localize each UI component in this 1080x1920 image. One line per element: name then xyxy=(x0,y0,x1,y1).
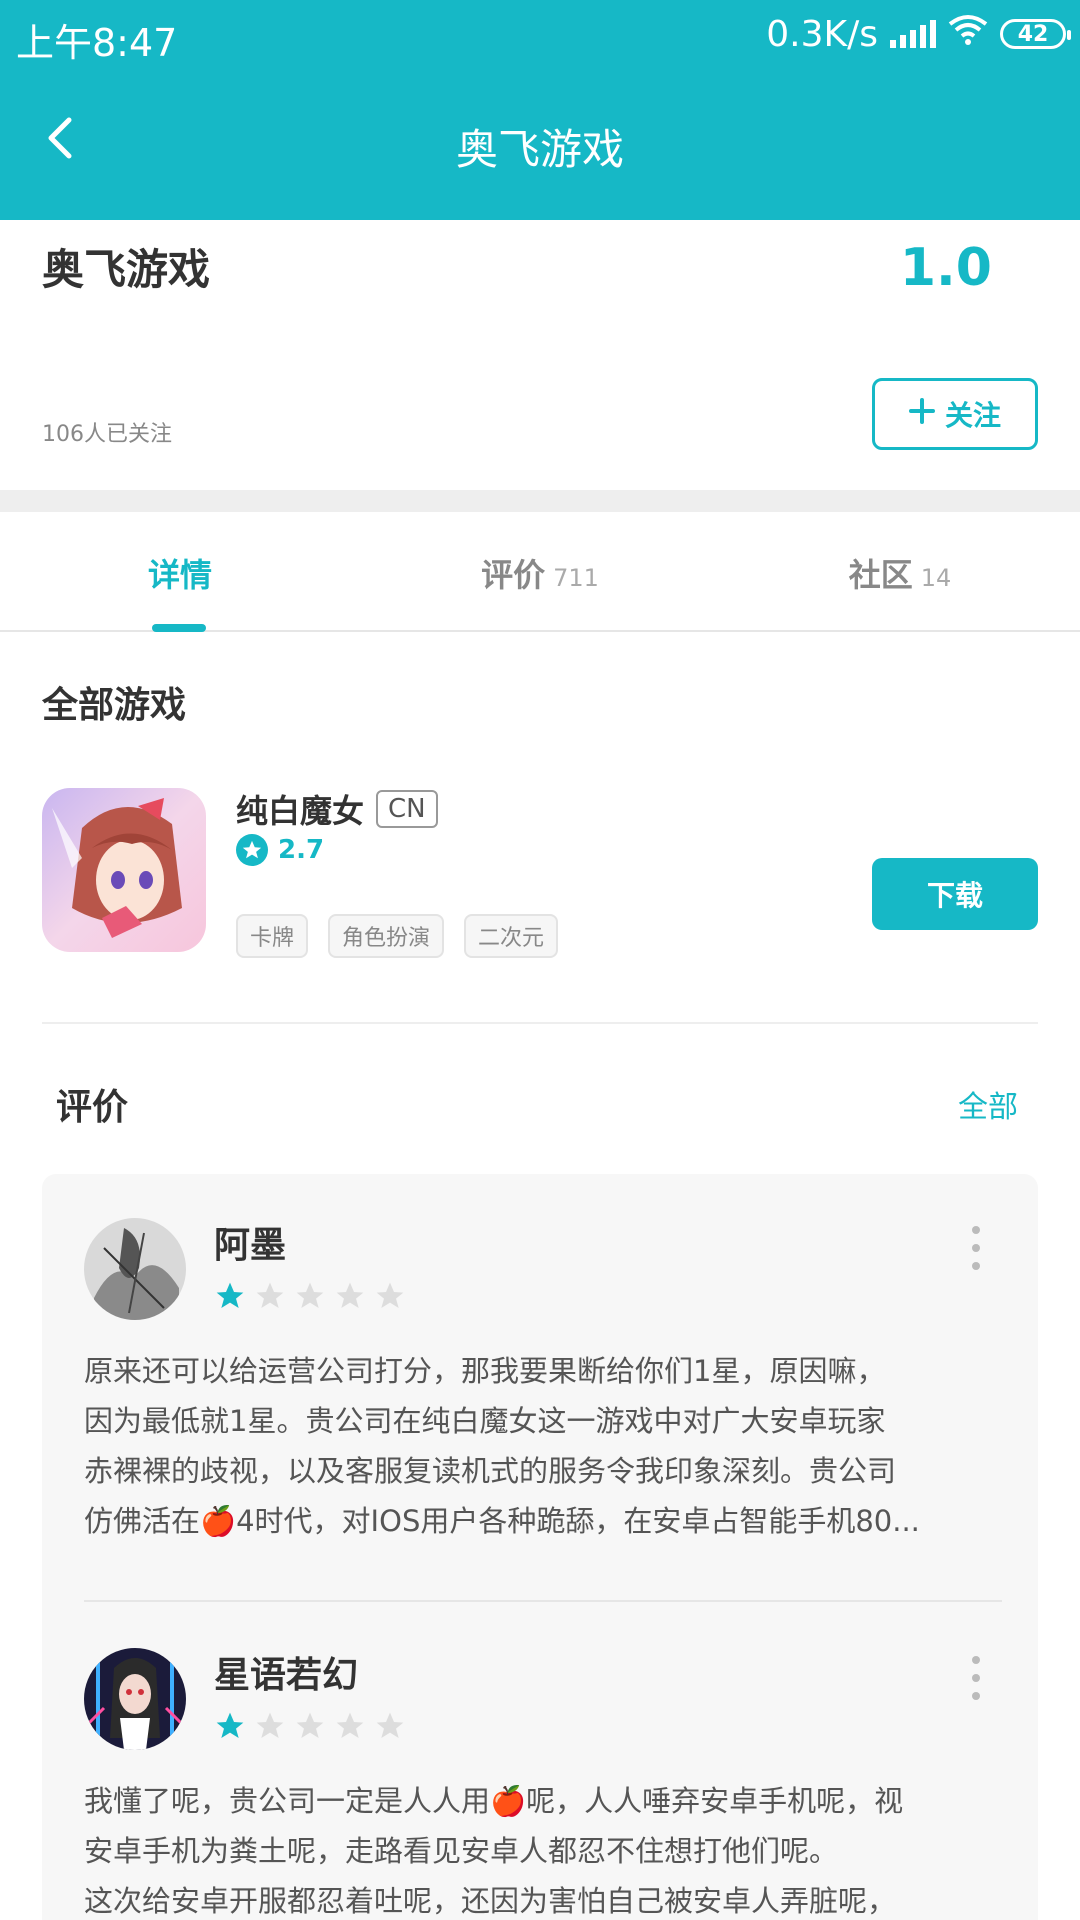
follow-label: 关注 xyxy=(944,399,1001,432)
network-speed: 0.3K/s xyxy=(766,13,878,55)
review-line: 赤裸裸的歧视，以及客服复读机式的服务令我印象深刻。贵公司 xyxy=(84,1454,897,1488)
game-tags: 卡牌 角色扮演 二次元 xyxy=(236,914,559,958)
review-line: 我懂了呢，贵公司一定是人人用🍎呢，人人唾弃安卓手机呢，视 xyxy=(84,1784,904,1818)
star-empty-icon xyxy=(254,1710,286,1746)
nav-bar: 奥飞游戏 xyxy=(0,80,1080,200)
developer-score: 1.0 xyxy=(899,238,992,298)
tag[interactable]: 卡牌 xyxy=(236,914,309,958)
wifi-icon xyxy=(948,14,988,55)
divider xyxy=(42,1022,1038,1024)
star-rating xyxy=(214,1710,406,1746)
status-bar: 上午8:47 0.3K/s 42 xyxy=(0,0,1080,68)
tab-count: 711 xyxy=(553,564,599,592)
developer-name: 奥飞游戏 xyxy=(42,245,211,294)
review-line: 仿佛活在🍎4时代，对IOS用户各种跪舔，在安卓占智能手机80... xyxy=(84,1504,920,1538)
review-line: 安卓手机为粪土呢，走路看见安卓人都忍不住想打他们呢。 xyxy=(84,1834,839,1868)
download-button[interactable]: 下载 xyxy=(872,858,1038,930)
region-badge: CN xyxy=(376,790,438,828)
tab-community[interactable]: 社区 14 xyxy=(720,550,1080,596)
star-empty-icon xyxy=(374,1280,406,1316)
all-games-title: 全部游戏 xyxy=(42,685,187,726)
avatar[interactable] xyxy=(84,1218,186,1320)
game-name[interactable]: 纯白魔女 xyxy=(236,786,364,832)
review-text: 我懂了呢，贵公司一定是人人用🍎呢，人人唾弃安卓手机呢，视 安卓手机为粪土呢，走路… xyxy=(84,1776,1002,1920)
review-line: 原来还可以给运营公司打分，那我要果断给你们1星，原因嘛， xyxy=(84,1354,886,1388)
status-icons: 0.3K/s 42 xyxy=(766,12,1071,56)
reviewer-name: 阿墨 xyxy=(214,1225,287,1266)
star-filled-icon xyxy=(214,1710,246,1746)
app-header: 上午8:47 0.3K/s 42 奥飞游戏 xyxy=(0,0,1080,220)
star-icon xyxy=(236,834,268,866)
followers-count: 106人已关注 xyxy=(42,422,172,447)
star-empty-icon xyxy=(334,1710,366,1746)
more-options-icon[interactable] xyxy=(966,1226,986,1270)
review-line: 这次给安卓开服都忍着吐呢，还因为害怕自己被安卓人弄脏呢， xyxy=(84,1884,897,1918)
plus-icon xyxy=(908,397,935,431)
star-rating xyxy=(214,1280,406,1316)
game-rating: 2.7 xyxy=(236,834,324,866)
star-filled-icon xyxy=(214,1280,246,1316)
game-title-row: 纯白魔女 CN xyxy=(236,786,438,832)
signal-icon xyxy=(890,20,936,48)
reviews-card: 阿墨 原来还可以给运营公司打分，那我要果断给你们1星，原因嘛， 因为最低就1星。… xyxy=(42,1174,1038,1920)
tab-count: 14 xyxy=(920,564,952,592)
star-empty-icon xyxy=(374,1710,406,1746)
tab-reviews[interactable]: 评价 711 xyxy=(360,550,720,596)
page-title: 奥飞游戏 xyxy=(455,125,624,174)
section-divider xyxy=(0,490,1080,512)
follow-button[interactable]: 关注 xyxy=(872,378,1038,450)
tab-label: 评价 xyxy=(481,556,546,594)
developer-info: 奥飞游戏 1.0 106人已关注 关注 xyxy=(0,220,1080,490)
star-empty-icon xyxy=(294,1710,326,1746)
review-text: 原来还可以给运营公司打分，那我要果断给你们1星，原因嘛， 因为最低就1星。贵公司… xyxy=(84,1346,1002,1546)
active-tab-indicator xyxy=(152,624,206,632)
more-options-icon[interactable] xyxy=(966,1656,986,1700)
star-empty-icon xyxy=(294,1280,326,1316)
game-rating-value: 2.7 xyxy=(278,835,325,865)
battery-icon: 42 xyxy=(1000,19,1071,49)
tag[interactable]: 二次元 xyxy=(464,914,559,958)
tab-bar: 详情 评价 711 社区 14 xyxy=(0,512,1080,632)
tab-details[interactable]: 详情 xyxy=(0,550,360,596)
game-icon[interactable] xyxy=(42,788,206,952)
reviews-title: 评价 xyxy=(56,1087,129,1128)
review-line: 因为最低就1星。贵公司在纯白魔女这一游戏中对广大安卓玩家 xyxy=(84,1404,886,1438)
divider xyxy=(84,1600,1002,1602)
tab-label: 社区 xyxy=(848,556,913,594)
reviews-all-link[interactable]: 全部 xyxy=(958,1082,1018,1126)
avatar[interactable] xyxy=(84,1648,186,1750)
tag[interactable]: 角色扮演 xyxy=(328,914,445,958)
tab-label: 详情 xyxy=(147,556,212,594)
star-empty-icon xyxy=(334,1280,366,1316)
status-time: 上午8:47 xyxy=(16,21,178,65)
star-empty-icon xyxy=(254,1280,286,1316)
reviewer-name: 星语若幻 xyxy=(214,1655,359,1696)
